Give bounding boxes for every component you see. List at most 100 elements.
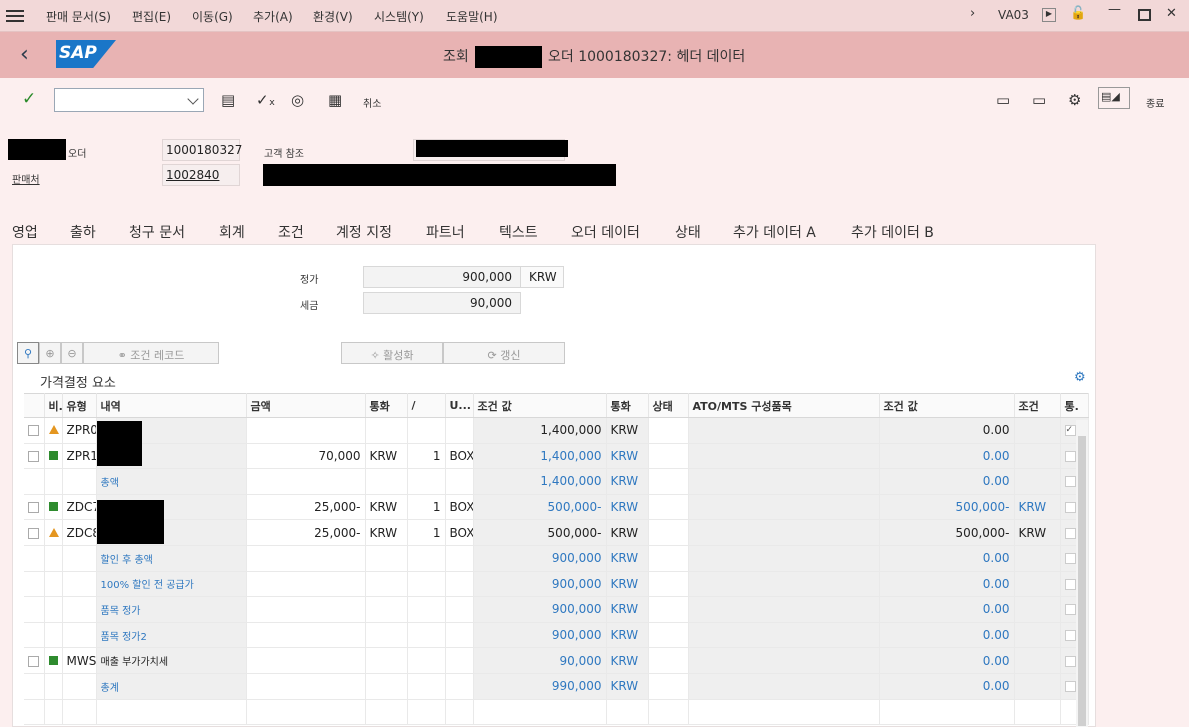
col-condition-currency[interactable]: 통화: [606, 393, 649, 418]
row-select-cell[interactable]: [24, 622, 45, 649]
amount-cell[interactable]: 70,000: [246, 443, 366, 470]
amount-cell[interactable]: [246, 673, 366, 700]
amount-cell[interactable]: [246, 596, 366, 623]
document-icon[interactable]: ▤: [221, 91, 235, 109]
close-icon[interactable]: ✕: [1166, 6, 1177, 21]
description-cell[interactable]: 할인 후 총액: [96, 545, 247, 572]
tab-sales[interactable]: 영업: [12, 222, 38, 242]
row-checkbox[interactable]: [28, 450, 39, 462]
condition-type-cell[interactable]: ZPR0: [62, 417, 97, 444]
per-cell[interactable]: [407, 468, 446, 495]
condition-type-cell[interactable]: ZDC8: [62, 519, 97, 546]
row-checkbox[interactable]: [28, 655, 39, 667]
uom-cell[interactable]: [445, 596, 474, 623]
currency-cell[interactable]: KRW: [365, 519, 408, 546]
table-scrollbar[interactable]: [1076, 420, 1088, 727]
condition-type-cell[interactable]: [62, 468, 97, 495]
row-select-cell[interactable]: [24, 545, 45, 572]
chevron-right-icon[interactable]: ›: [970, 6, 975, 21]
condition-type-cell[interactable]: ZPR1: [62, 443, 97, 470]
table-row[interactable]: 품목 정가2 900,000 KRW 0.00: [24, 622, 1089, 649]
minimize-icon[interactable]: —: [1108, 2, 1121, 17]
col-description[interactable]: 내역: [96, 393, 247, 418]
window-split-icon[interactable]: ▭: [1032, 91, 1046, 109]
currency-cell[interactable]: [365, 596, 408, 623]
order-number-field[interactable]: 1000180327: [162, 139, 242, 161]
amount-cell[interactable]: [246, 571, 366, 598]
col-inactive[interactable]: 비.: [44, 393, 63, 418]
back-arrow-icon[interactable]: ‹: [20, 42, 29, 67]
table-row[interactable]: 품목 정가 900,000 KRW 0.00: [24, 596, 1089, 623]
settings-icon[interactable]: ⚙: [1068, 91, 1081, 109]
uom-cell[interactable]: BOX: [445, 443, 474, 470]
person-icon[interactable]: ◎: [291, 91, 304, 109]
col-status[interactable]: 상태: [648, 393, 689, 418]
col-type[interactable]: 유형: [62, 393, 97, 418]
amount-cell[interactable]: [246, 468, 366, 495]
col-currency[interactable]: 통화: [365, 393, 408, 418]
tab-partners[interactable]: 파트너: [426, 222, 465, 242]
tab-shipping[interactable]: 출하: [70, 222, 96, 242]
amount-cell[interactable]: 25,000-: [246, 519, 366, 546]
delete-row-icon[interactable]: ⊖: [61, 342, 83, 364]
description-cell[interactable]: 총액: [96, 468, 247, 495]
col-ato-mts[interactable]: ATO/MTS 구성품목: [688, 393, 880, 418]
uom-cell[interactable]: [445, 673, 474, 700]
row-checkbox[interactable]: [28, 527, 39, 539]
description-cell[interactable]: 총계: [96, 673, 247, 700]
table-row[interactable]: MWST매출 부가가치세 90,000KRW 0.00: [24, 647, 1089, 674]
table-row[interactable]: ZDC725,000-KRW1BOX500,000-KRW500,000-KRW: [24, 494, 1089, 521]
amount-cell[interactable]: [246, 545, 366, 572]
hamburger-menu-icon[interactable]: [6, 7, 24, 23]
layout-dropdown-icon[interactable]: ▤◢: [1098, 87, 1130, 109]
per-cell[interactable]: [407, 673, 446, 700]
cancel-button[interactable]: 취소: [363, 95, 381, 110]
table-row[interactable]: 총액 1,400,000 KRW 0.00: [24, 468, 1089, 495]
uom-cell[interactable]: BOX: [445, 519, 474, 546]
uom-cell[interactable]: [445, 571, 474, 598]
uom-cell[interactable]: [445, 417, 474, 444]
tab-texts[interactable]: 텍스트: [499, 222, 538, 242]
tab-status[interactable]: 상태: [675, 222, 701, 242]
col-amount[interactable]: 금액: [246, 393, 366, 418]
per-cell[interactable]: [407, 596, 446, 623]
description-cell[interactable]: 품목 정가2: [96, 622, 247, 649]
menu-extras[interactable]: 추가(A): [253, 8, 293, 25]
menu-help[interactable]: 도움말(H): [446, 8, 498, 25]
per-cell[interactable]: [407, 417, 446, 444]
condition-type-cell[interactable]: [62, 673, 97, 700]
check-cross-icon[interactable]: ✓ₓ: [256, 91, 275, 109]
per-cell[interactable]: [407, 571, 446, 598]
window-icon[interactable]: ▭: [996, 91, 1010, 109]
currency-cell[interactable]: [365, 673, 408, 700]
menu-system[interactable]: 시스템(Y): [374, 8, 424, 25]
menu-sales-document[interactable]: 판매 문서(S): [46, 8, 111, 25]
table-row[interactable]: ZPR0 1,400,000 KRW 0.00 ✓: [24, 417, 1089, 444]
maximize-icon[interactable]: [1138, 9, 1151, 21]
col-condition-value-2[interactable]: 조건 값: [879, 393, 1015, 418]
currency-cell[interactable]: [365, 571, 408, 598]
per-cell[interactable]: [407, 647, 446, 674]
unlock-icon[interactable]: 🔓: [1070, 6, 1086, 21]
condition-type-cell[interactable]: ZDC7: [62, 494, 97, 521]
per-cell[interactable]: 1: [407, 443, 446, 470]
uom-cell[interactable]: [445, 468, 474, 495]
condition-record-button[interactable]: ⚭ 조건 레코드: [83, 342, 219, 364]
per-cell[interactable]: 1: [407, 494, 446, 521]
table-row[interactable]: 할인 후 총액 900,000 KRW 0.00: [24, 545, 1089, 572]
uom-cell[interactable]: [445, 545, 474, 572]
col-statistical[interactable]: 통.: [1060, 393, 1089, 418]
row-select-cell[interactable]: [24, 494, 45, 521]
col-select[interactable]: [24, 393, 45, 418]
menu-goto[interactable]: 이동(G): [192, 8, 233, 25]
play-icon[interactable]: ▶: [1042, 8, 1056, 22]
tab-account-assignment[interactable]: 계정 지정: [336, 222, 392, 242]
condition-type-cell[interactable]: MWST: [62, 647, 97, 674]
checkmark-icon[interactable]: ✓: [22, 89, 36, 109]
row-select-cell[interactable]: [24, 673, 45, 700]
row-select-cell[interactable]: [24, 468, 45, 495]
currency-cell[interactable]: [365, 417, 408, 444]
currency-cell[interactable]: [365, 545, 408, 572]
row-select-cell[interactable]: [24, 417, 45, 444]
row-select-cell[interactable]: [24, 443, 45, 470]
